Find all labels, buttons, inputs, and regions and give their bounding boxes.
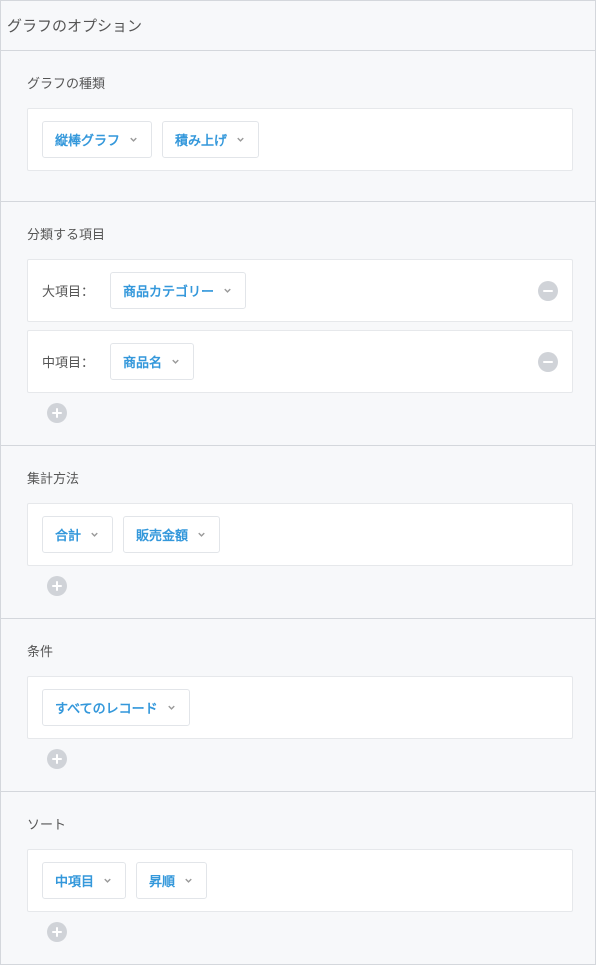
stack-type-select-label: 積み上げ	[175, 130, 227, 149]
chevron-down-icon	[183, 875, 194, 886]
graph-options-panel: グラフのオプション グラフの種類 縦棒グラフ 積み上げ	[0, 0, 596, 965]
aggregate-method-label: 合計	[55, 525, 81, 544]
condition-select[interactable]: すべてのレコード	[42, 689, 190, 726]
section-label-condition: 条件	[27, 641, 573, 660]
condition-select-label: すべてのレコード	[55, 698, 158, 717]
chevron-down-icon	[170, 356, 181, 367]
section-group-by: 分類する項目 大項目： 商品カテゴリー 中項目： 商品名	[1, 201, 595, 445]
chart-type-select[interactable]: 縦棒グラフ	[42, 121, 152, 158]
group-by-prefix-large: 大項目：	[42, 281, 94, 300]
chevron-down-icon	[166, 702, 177, 713]
section-label-group-by: 分類する項目	[27, 224, 573, 243]
group-by-prefix-medium: 中項目：	[42, 352, 94, 371]
section-label-aggregate: 集計方法	[27, 468, 573, 487]
sort-field-select[interactable]: 中項目	[42, 862, 126, 899]
add-condition-button[interactable]	[47, 749, 67, 769]
chevron-down-icon	[235, 134, 246, 145]
section-chart-type: グラフの種類 縦棒グラフ 積み上げ	[1, 50, 595, 201]
group-by-medium-select-label: 商品名	[123, 352, 162, 371]
chevron-down-icon	[128, 134, 139, 145]
chart-type-box: 縦棒グラフ 積み上げ	[27, 108, 573, 171]
aggregate-field-select[interactable]: 販売金額	[123, 516, 220, 553]
section-condition: 条件 すべてのレコード	[1, 618, 595, 791]
condition-box: すべてのレコード	[27, 676, 573, 739]
chart-type-select-label: 縦棒グラフ	[55, 130, 120, 149]
aggregate-box: 合計 販売金額	[27, 503, 573, 566]
sort-field-label: 中項目	[55, 871, 94, 890]
section-label-chart-type: グラフの種類	[27, 73, 573, 92]
group-by-row-medium: 中項目： 商品名	[27, 330, 573, 393]
remove-group-medium-button[interactable]	[538, 352, 558, 372]
panel-title: グラフのオプション	[1, 1, 595, 50]
add-sort-button[interactable]	[47, 922, 67, 942]
add-aggregate-button[interactable]	[47, 576, 67, 596]
add-group-button[interactable]	[47, 403, 67, 423]
group-by-medium-select[interactable]: 商品名	[110, 343, 194, 380]
chevron-down-icon	[102, 875, 113, 886]
section-aggregate: 集計方法 合計 販売金額	[1, 445, 595, 618]
sort-box: 中項目 昇順	[27, 849, 573, 912]
group-by-row-large: 大項目： 商品カテゴリー	[27, 259, 573, 322]
stack-type-select[interactable]: 積み上げ	[162, 121, 259, 158]
aggregate-method-select[interactable]: 合計	[42, 516, 113, 553]
sort-order-label: 昇順	[149, 871, 175, 890]
group-by-large-select[interactable]: 商品カテゴリー	[110, 272, 246, 309]
group-by-large-select-label: 商品カテゴリー	[123, 281, 214, 300]
remove-group-large-button[interactable]	[538, 281, 558, 301]
aggregate-field-label: 販売金額	[136, 525, 188, 544]
chevron-down-icon	[222, 285, 233, 296]
section-sort: ソート 中項目 昇順	[1, 791, 595, 964]
chevron-down-icon	[196, 529, 207, 540]
sort-order-select[interactable]: 昇順	[136, 862, 207, 899]
section-label-sort: ソート	[27, 814, 573, 833]
chevron-down-icon	[89, 529, 100, 540]
